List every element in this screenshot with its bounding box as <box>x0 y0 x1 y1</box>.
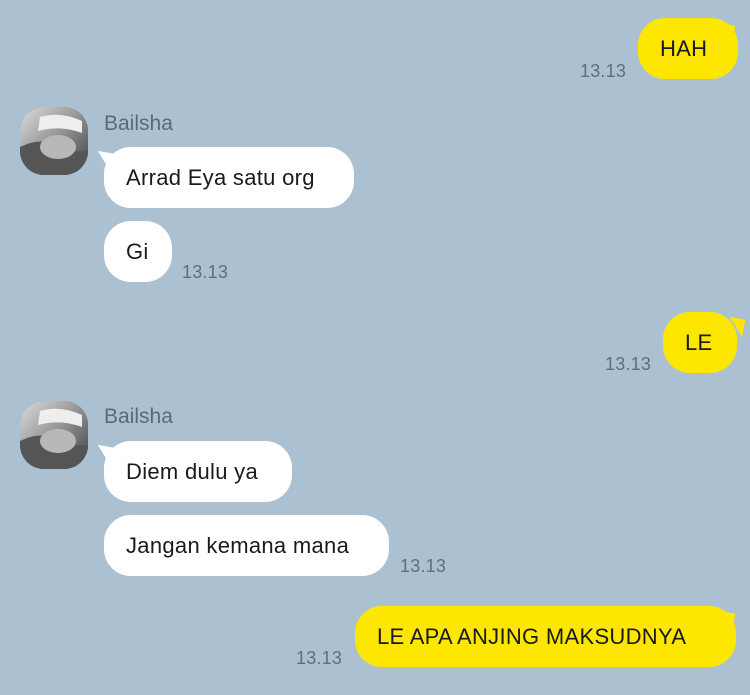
outgoing-message-bubble[interactable]: LE <box>663 312 737 373</box>
incoming-message-bubble[interactable]: Gi <box>104 221 172 282</box>
sender-name: Bailsha <box>104 112 173 135</box>
message-timestamp: 13.13 <box>580 61 627 81</box>
message-timestamp: 13.13 <box>296 648 343 668</box>
sender-avatar[interactable] <box>20 107 88 175</box>
message-timestamp: 13.13 <box>605 354 652 374</box>
sender-name: Bailsha <box>104 405 173 428</box>
profile-photo-icon <box>20 401 88 469</box>
message-timestamp: 13.13 <box>400 556 447 576</box>
outgoing-message-bubble[interactable]: HAH <box>638 18 738 79</box>
incoming-message-bubble[interactable]: Arrad Eya satu org <box>104 147 354 208</box>
outgoing-message-bubble[interactable]: LE APA ANJING MAKSUDNYA <box>355 606 736 667</box>
sender-avatar[interactable] <box>20 401 88 469</box>
profile-photo-icon <box>20 107 88 175</box>
message-timestamp: 13.13 <box>182 262 229 282</box>
incoming-message-bubble[interactable]: Jangan kemana mana <box>104 515 389 576</box>
incoming-message-bubble[interactable]: Diem dulu ya <box>104 441 292 502</box>
